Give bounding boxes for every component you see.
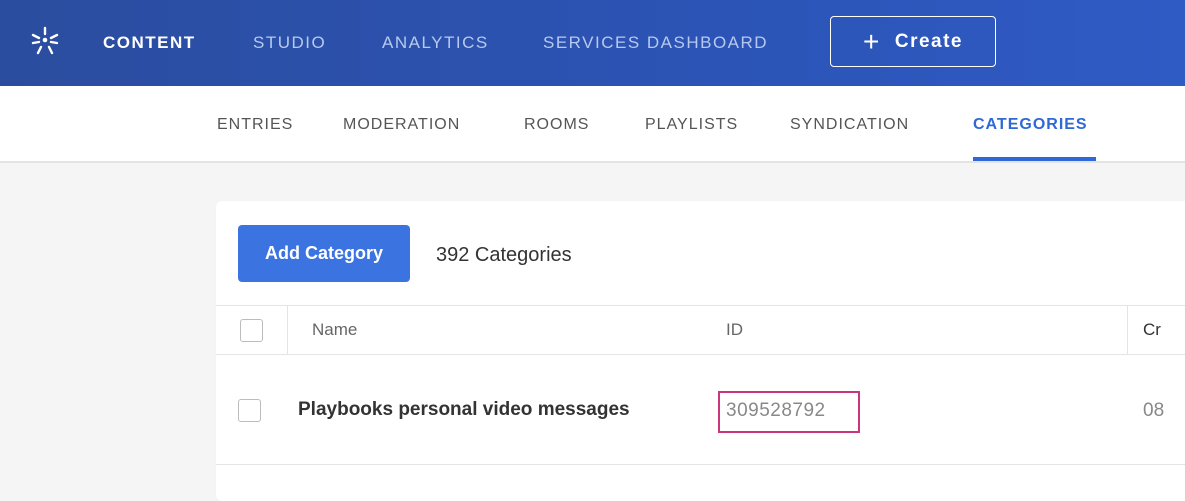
tab-rooms[interactable]: ROOMS xyxy=(524,116,589,134)
add-category-button[interactable]: Add Category xyxy=(238,225,410,282)
active-tab-indicator xyxy=(973,157,1096,161)
column-header-name[interactable]: Name xyxy=(312,320,357,340)
topnav-analytics[interactable]: ANALYTICS xyxy=(382,34,489,52)
categories-count: 392 Categories xyxy=(436,244,572,266)
category-name[interactable]: Playbooks personal video messages xyxy=(298,399,630,421)
row-checkbox[interactable] xyxy=(238,399,261,422)
categories-panel: Add Category 392 Categories Name ID Cr P… xyxy=(216,201,1185,501)
tab-playlists[interactable]: PLAYLISTS xyxy=(645,116,738,134)
table-header: Name ID Cr xyxy=(216,305,1185,355)
kaltura-logo-icon[interactable] xyxy=(30,26,60,56)
column-divider xyxy=(287,306,288,354)
category-id: 309528792 xyxy=(726,400,826,421)
column-header-id[interactable]: ID xyxy=(726,320,743,340)
plus-icon: + xyxy=(862,25,881,57)
sub-navigation-bar: ENTRIES MODERATION ROOMS PLAYLISTS SYNDI… xyxy=(0,86,1185,163)
tab-entries[interactable]: ENTRIES xyxy=(217,116,293,134)
category-created: 08 xyxy=(1143,400,1165,421)
create-button[interactable]: + Create xyxy=(830,16,996,67)
topnav-services-dashboard[interactable]: SERVICES DASHBOARD xyxy=(543,34,768,52)
select-all-checkbox[interactable] xyxy=(240,319,263,342)
tab-syndication[interactable]: SYNDICATION xyxy=(790,116,909,134)
table-row[interactable]: Playbooks personal video messages 309528… xyxy=(216,355,1185,465)
column-header-created[interactable]: Cr xyxy=(1143,320,1161,340)
create-button-label: Create xyxy=(894,30,963,52)
tab-categories[interactable]: CATEGORIES xyxy=(973,116,1088,134)
topnav-studio[interactable]: STUDIO xyxy=(253,34,326,52)
topnav-content[interactable]: CONTENT xyxy=(103,34,196,52)
tab-moderation[interactable]: MODERATION xyxy=(343,116,460,134)
top-navigation-bar: CONTENT STUDIO ANALYTICS SERVICES DASHBO… xyxy=(0,0,1185,86)
column-divider xyxy=(1127,306,1128,354)
